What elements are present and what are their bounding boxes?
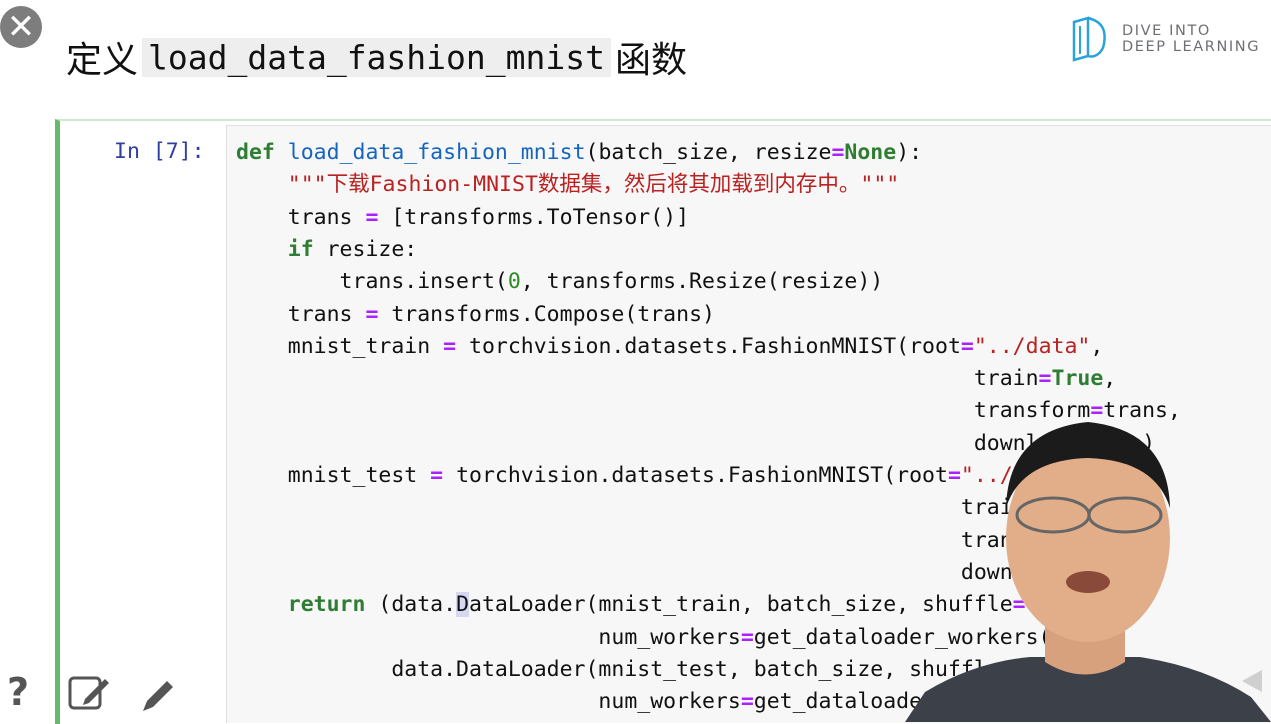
title-code: load_data_fashion_mnist — [142, 37, 611, 77]
code-token: num_workers — [236, 624, 741, 650]
code-token: = — [831, 140, 845, 165]
code-token: = — [443, 333, 457, 359]
edit-notes-icon — [68, 676, 109, 710]
d2l-logo: DIVE INTO DEEP LEARNING — [1070, 16, 1260, 62]
code-token: load_data_fashion_mnist — [287, 140, 586, 165]
code-token: = — [740, 624, 754, 650]
code-token: True — [1051, 366, 1104, 392]
code-line: trans = [transforms.ToTensor()] — [236, 202, 689, 234]
code-token: if — [287, 236, 314, 262]
code-line: trans.insert(0, transforms.Resize(resize… — [236, 266, 884, 298]
code-token: "../data" — [973, 333, 1091, 359]
code-token: mnist_train — [236, 333, 444, 359]
code-token: [transforms.ToTensor()] — [378, 204, 690, 230]
help-button[interactable]: ? — [0, 670, 36, 714]
code-line: train=True, — [236, 363, 1116, 395]
code-token: , — [1090, 333, 1104, 359]
notes-button[interactable] — [66, 672, 112, 714]
code-token: = — [960, 333, 974, 359]
code-token: (batch_size, resize — [585, 140, 832, 165]
code-line: """下载Fashion-MNIST数据集，然后将其加载到内存中。""" — [236, 169, 899, 201]
help-icon: ? — [6, 670, 30, 714]
code-token: trans — [236, 204, 366, 230]
code-token: , — [1103, 366, 1117, 392]
code-token: (data. — [365, 592, 457, 618]
code-line: if resize: — [236, 234, 417, 266]
code-token: , transforms.Resize(resize)) — [520, 269, 884, 295]
logo-line1: DIVE INTO — [1122, 23, 1211, 39]
close-icon: ✕ — [6, 7, 36, 47]
close-button[interactable]: ✕ — [0, 6, 42, 48]
code-token: = — [365, 301, 379, 327]
code-line: mnist_train = torchvision.datasets.Fashi… — [236, 331, 1104, 363]
cell-prompt: In [7]: — [114, 139, 205, 164]
code-token: transforms.Compose(trans) — [378, 301, 715, 327]
book-logo-icon — [1072, 16, 1106, 62]
code-token: train — [236, 366, 1039, 392]
code-token: def — [236, 140, 275, 165]
title-prefix: 定义 — [66, 40, 139, 81]
code-line: def load_data_fashion_mnist(batch_size, … — [236, 137, 922, 169]
code-token: = — [1038, 366, 1052, 392]
pencil-button[interactable] — [138, 676, 178, 716]
code-token: trans.insert( — [236, 269, 508, 295]
code-token: data.DataLoader(mnist_test, batch_size, … — [236, 656, 1000, 682]
code-token: ): — [896, 140, 923, 165]
play-icon[interactable] — [1238, 668, 1266, 694]
code-token: torchvision.datasets.FashionMNIST(root — [456, 333, 961, 359]
code-token: = — [740, 689, 754, 715]
pencil-icon — [143, 681, 173, 711]
code-token: return — [287, 592, 366, 618]
code-token: = — [430, 463, 444, 488]
code-token: resize: — [313, 236, 418, 262]
code-token: None — [844, 140, 897, 165]
code-line: trans = transforms.Compose(trans) — [236, 299, 715, 331]
code-token: = — [365, 204, 379, 230]
code-token: torchvision.datasets.FashionMNIST(root — [443, 463, 948, 488]
code-token: mnist_test — [236, 463, 431, 488]
code-token: D — [456, 592, 470, 618]
code-token: 0 — [507, 269, 521, 295]
code-token: num_workers — [236, 689, 741, 715]
code-token: """下载Fashion-MNIST数据集，然后将其加载到内存中。""" — [287, 172, 900, 198]
code-token: trans — [236, 301, 366, 327]
page-title: 定义 load_data_fashion_mnist 函数 — [66, 34, 687, 81]
title-suffix: 函数 — [614, 40, 687, 81]
logo-line2: DEEP LEARNING — [1122, 39, 1261, 55]
presenter-video — [905, 422, 1271, 722]
